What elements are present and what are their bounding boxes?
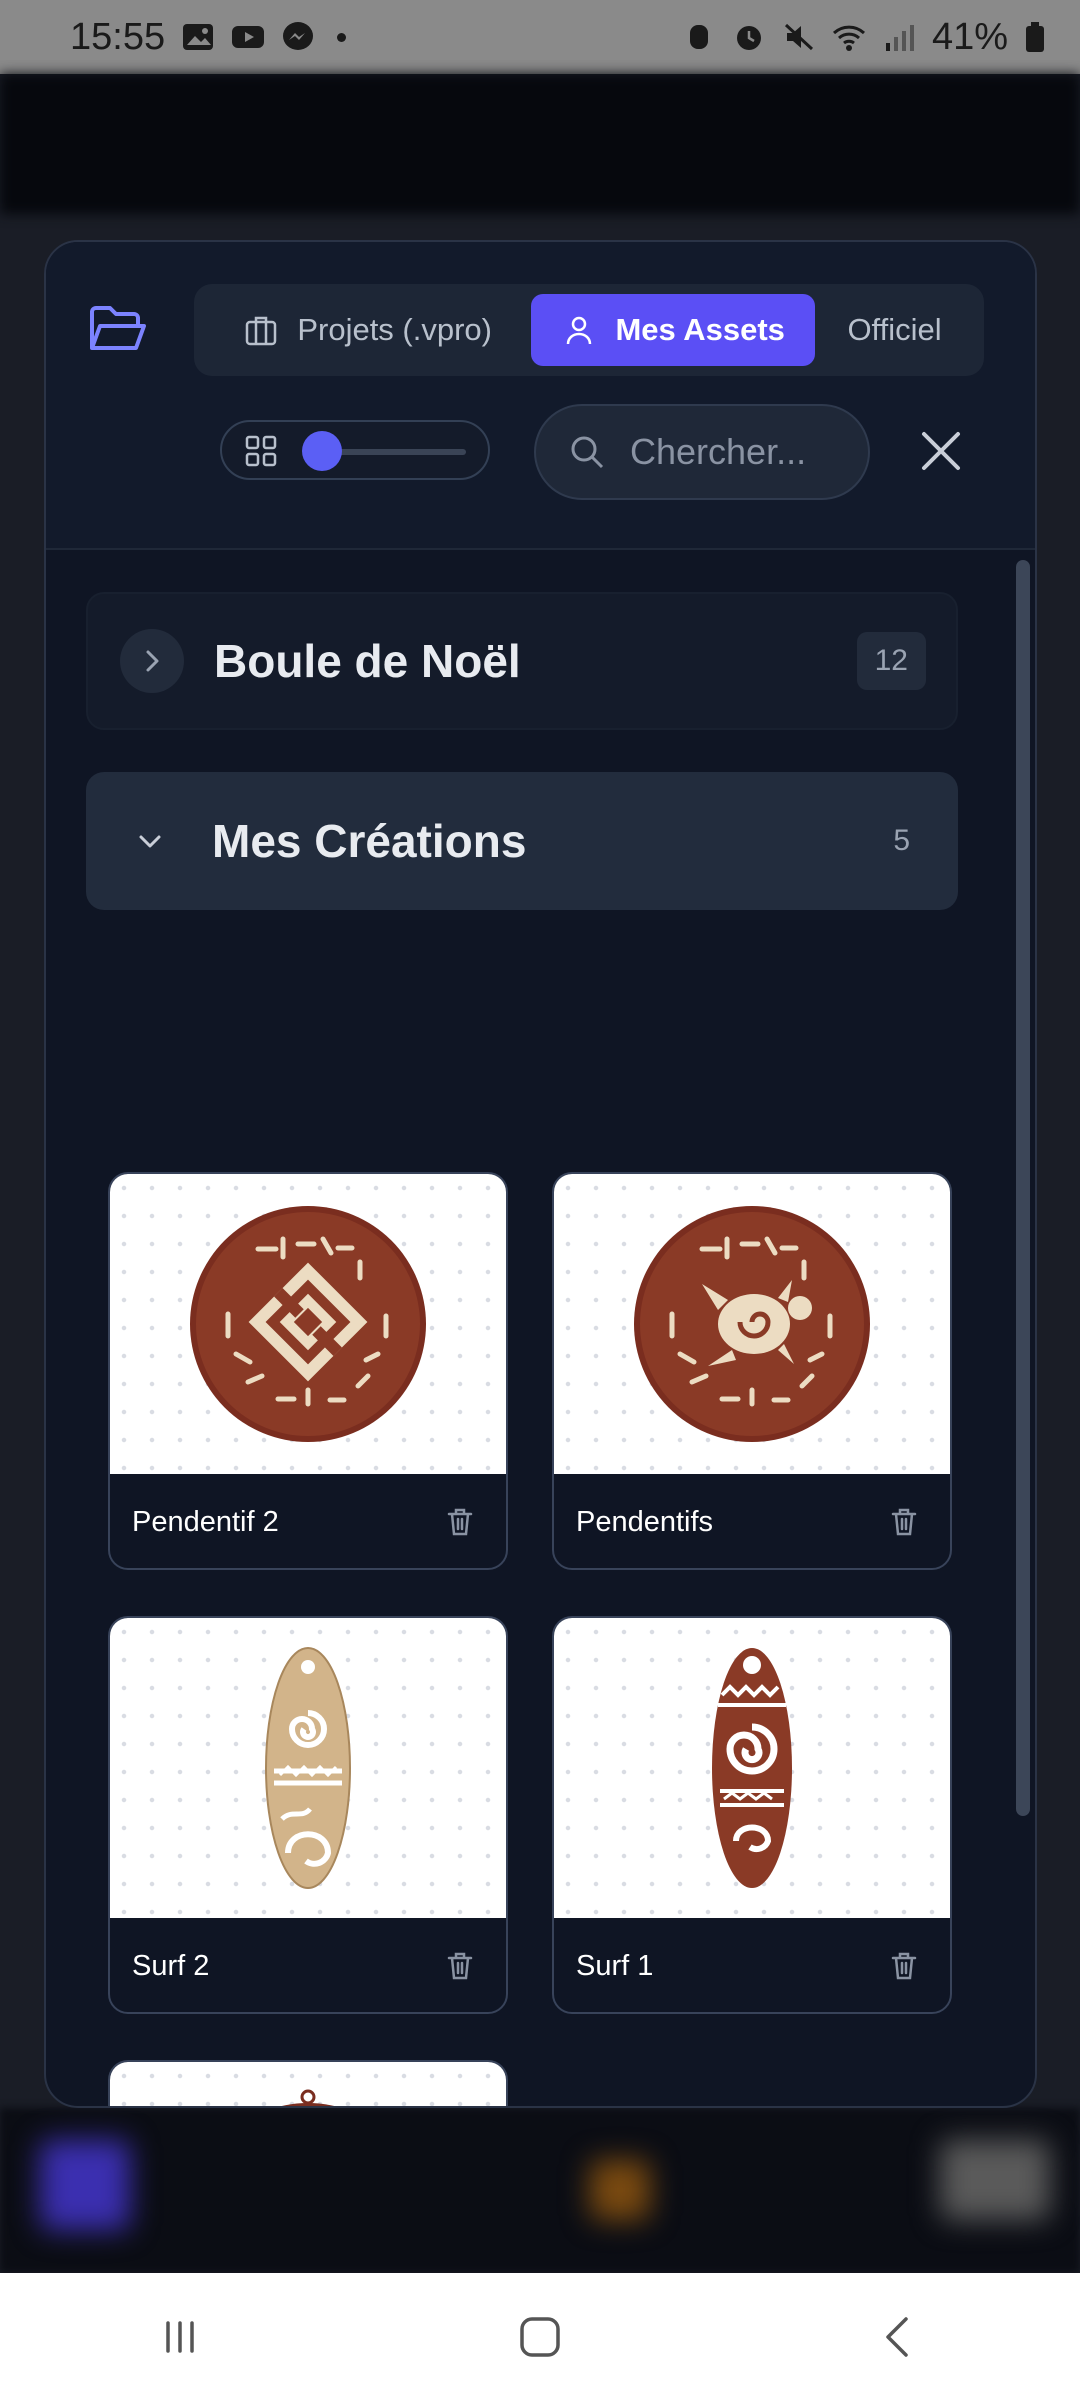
tab-projets[interactable]: Projets (.vpro) <box>204 294 531 366</box>
asset-name: Surf 2 <box>132 1949 210 1982</box>
collapse-toggle[interactable] <box>118 809 182 873</box>
thumbnail-size-slider[interactable] <box>220 420 490 480</box>
category-boule-de-noel[interactable]: Boule de Noël 12 <box>86 592 958 730</box>
recent-apps-icon[interactable] <box>152 2309 208 2365</box>
trash-icon[interactable] <box>888 1506 920 1538</box>
status-bar: 15:55 41% <box>0 0 1080 74</box>
assets-modal: Projets (.vpro) Mes Assets Officiel Cher… <box>44 240 1037 2108</box>
bug-icon <box>689 25 708 49</box>
status-time: 15:55 <box>70 15 166 58</box>
medallion-knot-icon <box>190 1206 426 1442</box>
background-tool-icon <box>590 2160 650 2220</box>
home-icon[interactable] <box>512 2309 568 2365</box>
asset-thumbnail[interactable] <box>110 1174 506 1474</box>
youtube-icon <box>232 26 265 48</box>
background-tool-button <box>940 2140 1050 2220</box>
grid-icon <box>245 435 277 467</box>
status-left: 15:55 <box>70 15 347 59</box>
asset-footer: Surf 2 <box>110 1918 506 2012</box>
tab-mes-assets-label: Mes Assets <box>615 312 785 347</box>
asset-card[interactable]: Pendentifs <box>552 1172 952 1570</box>
gallery-icon <box>183 24 214 50</box>
buddha-tree-icon <box>281 2089 335 2106</box>
tab-projets-label: Projets (.vpro) <box>297 312 492 347</box>
category-count-badge: 12 <box>856 632 926 690</box>
asset-footer: Surf 1 <box>554 1918 950 2012</box>
notification-dot-icon <box>337 32 347 42</box>
expand-toggle[interactable] <box>120 629 184 693</box>
surfboard-dark-icon <box>712 1648 792 1888</box>
tab-officiel-label: Officiel <box>847 312 942 347</box>
close-icon[interactable] <box>916 426 966 476</box>
briefcase-icon <box>246 316 277 346</box>
asset-card[interactable]: Surf 1 <box>552 1616 952 2014</box>
search-input[interactable] <box>628 430 852 474</box>
asset-card[interactable]: Pendentif 2 <box>108 1172 508 1570</box>
mute-icon <box>784 23 813 51</box>
background-tool-highlight <box>40 2140 130 2230</box>
asset-card[interactable] <box>108 2060 508 2106</box>
folder-open-icon <box>90 306 146 350</box>
category-mes-creations[interactable]: Mes Créations 5 <box>86 772 958 910</box>
tab-officiel[interactable]: Officiel <box>815 294 974 366</box>
asset-footer: Pendentifs <box>554 1474 950 1568</box>
trash-icon[interactable] <box>444 1506 476 1538</box>
assets-content: Boule de Noël 12 Mes Créations 5 Pendent… <box>46 550 1035 2106</box>
search-field[interactable] <box>534 404 870 500</box>
asset-footer: Pendentif 2 <box>110 1474 506 1568</box>
slider-knob[interactable] <box>302 431 342 471</box>
scrollbar[interactable] <box>1016 560 1030 1816</box>
messenger-icon <box>283 22 314 50</box>
signal-icon <box>885 25 914 51</box>
background-bottom-toolbar <box>0 2108 1080 2273</box>
system-nav-bar <box>0 2273 1080 2400</box>
asset-thumbnail[interactable] <box>110 2062 506 2106</box>
wifi-icon <box>832 25 865 51</box>
alarm-icon <box>736 26 761 50</box>
asset-thumbnail[interactable] <box>554 1618 950 1918</box>
status-right: 41% <box>682 16 1046 59</box>
source-tabs: Projets (.vpro) Mes Assets Officiel <box>194 284 984 376</box>
asset-thumbnail[interactable] <box>554 1174 950 1474</box>
search-icon <box>571 436 604 469</box>
asset-card[interactable]: Surf 2 <box>108 1616 508 2014</box>
back-icon[interactable] <box>872 2309 928 2365</box>
tab-mes-assets[interactable]: Mes Assets <box>531 294 816 366</box>
category-count: 5 <box>893 824 910 857</box>
trash-icon[interactable] <box>444 1950 476 1982</box>
surfboard-light-icon <box>265 1647 351 1889</box>
background-toolbar <box>0 74 1080 214</box>
battery-percent: 41% <box>931 15 1008 58</box>
asset-name: Surf 1 <box>576 1949 654 1982</box>
medallion-turtle-icon <box>634 1206 870 1442</box>
battery-icon <box>1026 22 1044 52</box>
asset-thumbnail[interactable] <box>110 1618 506 1918</box>
chevron-down-icon <box>139 835 161 848</box>
asset-name: Pendentif 2 <box>132 1505 279 1538</box>
user-icon <box>567 316 592 345</box>
trash-icon[interactable] <box>888 1950 920 1982</box>
category-title: Mes Créations <box>212 815 527 867</box>
category-title: Boule de Noël <box>214 635 521 687</box>
chevron-right-icon <box>146 650 159 672</box>
modal-header: Projets (.vpro) Mes Assets Officiel <box>46 242 1035 550</box>
asset-name: Pendentifs <box>576 1505 714 1538</box>
